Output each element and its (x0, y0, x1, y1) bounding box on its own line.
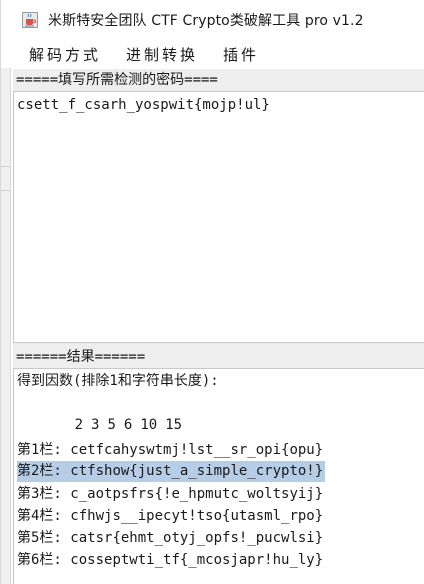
factor-value: 10 (140, 417, 158, 433)
result-row-label: 第3栏: (17, 486, 62, 502)
result-row-text: ctfshow{just_a_simple_crypto!} (70, 463, 324, 479)
result-row[interactable]: 第4栏: cfhwjs__ipecyt!tso{utasml_rpo} (17, 506, 323, 527)
result-row-text: cosseptwti_tf{_mcosjapr!hu_ly} (70, 552, 324, 568)
result-row[interactable]: 第6栏: cosseptwti_tf{_mcosjapr!hu_ly} (17, 550, 323, 571)
menu-decode-method[interactable]: 解码方式 (29, 44, 101, 65)
result-row-text: c_aotpsfrs{!e_hpmutc_woltsyij} (70, 486, 324, 502)
result-row-text: cfhwjs__ipecyt!tso{utasml_rpo} (70, 508, 324, 524)
result-row-label: 第2栏: (17, 463, 62, 479)
cipher-input-text[interactable]: csett_f_csarh_yospwit{mojp!ul} (17, 97, 424, 113)
factor-value: 5 (107, 417, 116, 433)
cipher-input-area[interactable]: csett_f_csarh_yospwit{mojp!ul} (13, 91, 424, 342)
window-title: 米斯特安全团队 CTF Crypto类破解工具 pro v1.2 (48, 13, 364, 29)
menu-bar: 解码方式 进制转换 插件 (11, 40, 424, 68)
factors-label: 得到因数(排除1和字符串长度): (17, 373, 219, 389)
result-row-label: 第6栏: (17, 552, 62, 568)
result-row-label: 第5栏: (17, 530, 62, 546)
result-row-label: 第1栏: (17, 442, 62, 458)
factors-list: 2 3 5 6 10 15 (24, 394, 190, 433)
left-gutter (1, 68, 11, 584)
factor-value: 6 (123, 417, 133, 433)
java-cup-icon (22, 12, 38, 28)
factor-value: 15 (165, 417, 183, 433)
gutter-divider (1, 190, 11, 191)
menu-base-conversion[interactable]: 进制转换 (126, 44, 198, 65)
result-row-label: 第4栏: (17, 508, 62, 524)
result-row-text: catsr{ehmt_otyj_opfs!_pucwlsi} (70, 530, 324, 546)
results-section-header: ======结果====== (13, 346, 424, 368)
result-row[interactable]: 第3栏: c_aotpsfrs{!e_hpmutc_woltsyij} (17, 484, 323, 505)
result-row[interactable]: 第1栏: cetfcahyswtmj!lst__sr_opi{opu} (17, 440, 323, 461)
app-window: 米斯特安全团队 CTF Crypto类破解工具 pro v1.2 解码方式 进制… (0, 0, 424, 584)
result-row-selected[interactable]: 第2栏: ctfshow{just_a_simple_crypto!} (17, 461, 326, 482)
factor-value: 2 (74, 417, 84, 433)
menu-plugins[interactable]: 插件 (223, 44, 259, 65)
results-output-area[interactable]: 得到因数(排除1和字符串长度): 2 3 5 6 10 15 第1栏: cetfcahys… (13, 368, 424, 584)
result-row[interactable]: 第5栏: catsr{ehmt_otyj_opfs!_pucwlsi} (17, 528, 323, 549)
factor-value: 3 (91, 417, 100, 433)
gutter-divider (1, 166, 11, 167)
input-section-header: =====填写所需检测的密码==== (13, 69, 424, 91)
result-row-text: cetfcahyswtmj!lst__sr_opi{opu} (70, 442, 324, 458)
title-bar[interactable]: 米斯特安全团队 CTF Crypto类破解工具 pro v1.2 (1, 0, 424, 40)
